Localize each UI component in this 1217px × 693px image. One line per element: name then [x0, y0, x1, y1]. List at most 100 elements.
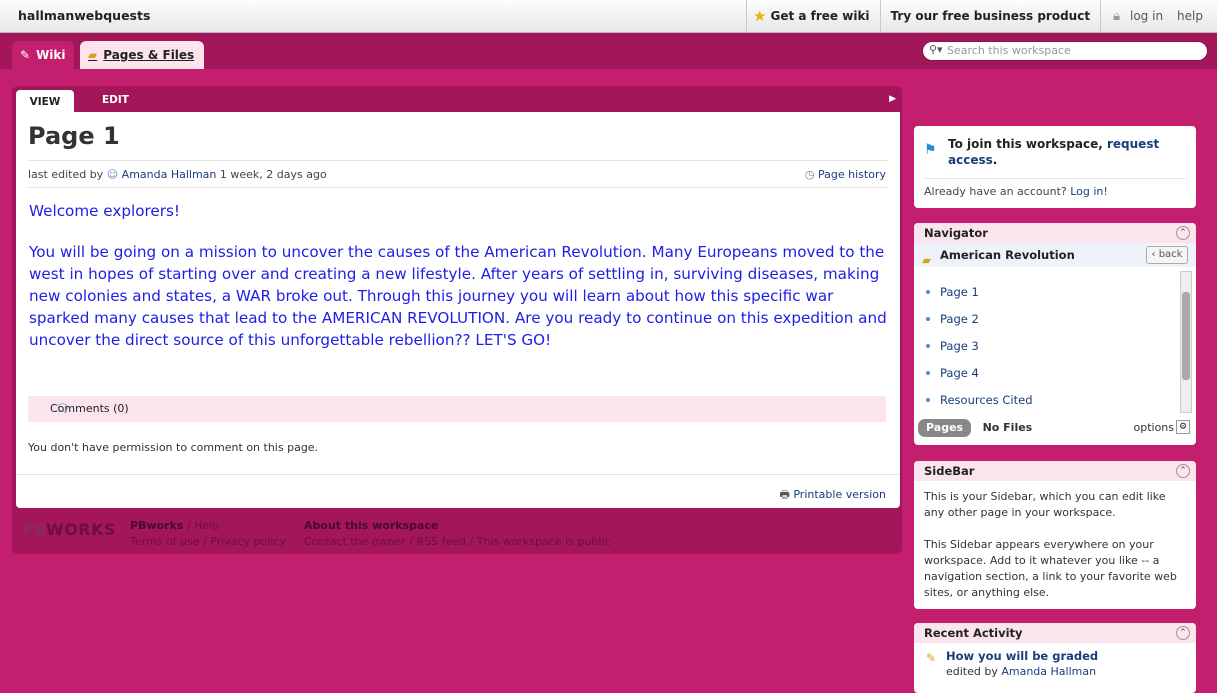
sidebar-p1: This is your Sidebar, which you can edit…	[924, 490, 1166, 519]
collapse-icon[interactable]: ⌃	[1176, 626, 1190, 640]
footer-links-pbworks: PBworks / Help Terms of use / Privacy po…	[130, 519, 286, 548]
divider	[1100, 0, 1102, 32]
search-input[interactable]: ⚲▾ Search this workspace	[922, 41, 1208, 61]
divider	[879, 0, 881, 32]
wiki-icon: ✎	[20, 48, 31, 62]
divider	[16, 474, 900, 475]
bullet-icon	[926, 398, 930, 402]
pages-toggle[interactable]: Pages	[918, 419, 972, 437]
terms-link[interactable]: Terms of use	[130, 535, 199, 548]
sidebar-p2: This Sidebar appears everywhere on your …	[924, 538, 1177, 599]
divider	[746, 0, 748, 32]
printable-version-label: Printable version	[793, 488, 886, 501]
page-history-link[interactable]: ◷ Page history	[805, 168, 886, 181]
join-label: To join this workspace,	[948, 137, 1103, 151]
recent-item-link[interactable]: How you will be graded	[946, 649, 1098, 663]
nav-item-label: Resources Cited	[940, 393, 1033, 407]
tab-pages-files-label: Pages & Files	[103, 48, 195, 62]
sidebar-panel: SideBar ⌃ This is your Sidebar, which yo…	[914, 461, 1196, 609]
nav-item-resources[interactable]: Resources Cited	[920, 387, 1178, 413]
options-link[interactable]: options	[1133, 419, 1174, 437]
last-edited: last edited by ☺ Amanda Hallman 1 week, …	[28, 168, 327, 181]
login-link-sidebar[interactable]: Log in	[1070, 185, 1103, 198]
page-history-label: Page history	[818, 168, 886, 181]
navigator-title: Navigator	[914, 223, 1196, 243]
public-note: This workspace is public	[476, 535, 611, 548]
nav-item-page-4[interactable]: Page 4	[920, 360, 1178, 386]
nav-item-label: Page 2	[940, 312, 979, 326]
sidebar-title: SideBar	[914, 461, 1196, 481]
divider	[28, 187, 888, 188]
login-link[interactable]: log in	[1126, 9, 1167, 23]
navigator-panel: Navigator ⌃ ▰ American Revolution ‹ back…	[914, 223, 1196, 445]
expand-arrow-icon[interactable]: ▶	[889, 94, 896, 104]
bullet-icon	[926, 290, 930, 294]
nav-item-page-1[interactable]: Page 1	[920, 279, 1178, 305]
edited-ago: 1 week, 2 days ago	[219, 168, 327, 181]
star-icon: ★	[753, 7, 767, 25]
get-free-wiki-link[interactable]: Get a free wiki	[766, 9, 873, 23]
view-edit-tabs: VIEW EDIT ▶	[16, 88, 900, 112]
pbworks-link[interactable]: PBworks	[130, 519, 183, 532]
recent-item-editor: edited by Amanda Hallman	[946, 665, 1096, 678]
page-content: Page 1 last edited by ☺ Amanda Hallman 1…	[16, 112, 900, 508]
already-account: Already have an account? Log in!	[924, 185, 1108, 198]
back-label: back	[1158, 249, 1183, 260]
comments-bar[interactable]: 🗨︎ Comments (0)	[28, 396, 886, 422]
search-icon: ⚲▾	[929, 43, 943, 56]
contact-owner-link[interactable]: Contact the owner	[304, 535, 406, 548]
flag-icon: ⚑	[924, 142, 937, 158]
logo-pb: PB	[22, 520, 47, 539]
printable-version-link[interactable]: 🖶︎ Printable version	[779, 486, 886, 505]
scroll-thumb[interactable]	[1182, 292, 1190, 380]
pbworks-logo[interactable]: PBWORKS	[22, 520, 116, 539]
collapse-icon[interactable]: ⌃	[1176, 226, 1190, 240]
nav-item-page-3[interactable]: Page 3	[920, 333, 1178, 359]
last-edited-prefix: last edited by	[28, 168, 104, 181]
nav-item-label: Page 4	[940, 366, 979, 380]
editor-link[interactable]: Amanda Hallman	[1001, 665, 1096, 678]
nav-item-page-2[interactable]: Page 2	[920, 306, 1178, 332]
intro-paragraph: You will be going on a mission to uncove…	[29, 243, 887, 349]
nav-item-label: Page 1	[940, 285, 979, 299]
collapse-icon[interactable]: ⌃	[1176, 464, 1190, 478]
workspace-name[interactable]: hallmanwebquests	[18, 8, 150, 23]
divider	[28, 160, 888, 161]
back-button[interactable]: ‹ back	[1146, 246, 1188, 264]
privacy-link[interactable]: Privacy policy	[210, 535, 286, 548]
tab-view[interactable]: VIEW	[16, 90, 74, 112]
recent-activity-panel: Recent Activity ⌃ ✎ How you will be grad…	[914, 623, 1196, 693]
folder-icon: ▰	[88, 48, 98, 62]
about-workspace-link[interactable]: About this workspace	[304, 519, 438, 532]
bullet-icon	[926, 371, 930, 375]
search-placeholder: Search this workspace	[947, 44, 1071, 57]
no-files-label: No Files	[982, 421, 1033, 434]
sidebar-text: This is your Sidebar, which you can edit…	[914, 481, 1196, 625]
author-link[interactable]: Amanda Hallman	[122, 168, 217, 181]
tab-pages-files[interactable]: ▰ Pages & Files	[80, 41, 204, 69]
greeting: Welcome explorers!	[29, 202, 181, 220]
gear-icon[interactable]: ⚙	[1176, 420, 1190, 434]
already-label: Already have an account?	[924, 185, 1067, 198]
clock-icon: ◷	[804, 168, 815, 181]
tab-wiki-label: Wiki	[36, 48, 66, 62]
excl: !	[1103, 185, 1108, 198]
rss-link[interactable]: RSS feed	[417, 535, 467, 548]
page-title: Page 1	[28, 122, 120, 150]
business-product-link[interactable]: Try our free business product	[887, 9, 1095, 23]
navigator-scrollbar[interactable]	[1180, 271, 1192, 413]
tab-wiki[interactable]: ✎ Wiki	[12, 41, 74, 69]
folder-icon: ▰	[922, 253, 931, 267]
navigator-footer: Pages No Files options ⚙	[918, 419, 1192, 437]
join-period: .	[992, 153, 998, 167]
help-footer-link[interactable]: Help	[194, 519, 219, 532]
nav-item-label: Page 3	[940, 339, 979, 353]
folder-label: American Revolution	[940, 248, 1075, 262]
printer-icon: 🖶︎	[779, 488, 790, 501]
join-workspace-box: ⚑ To join this workspace, request access…	[914, 126, 1196, 208]
help-link[interactable]: help	[1173, 9, 1207, 23]
edited-by-label: edited by	[946, 665, 998, 678]
bullet-icon	[926, 344, 930, 348]
comment-permission-note: You don't have permission to comment on …	[28, 441, 319, 454]
tab-edit[interactable]: EDIT	[102, 88, 129, 112]
